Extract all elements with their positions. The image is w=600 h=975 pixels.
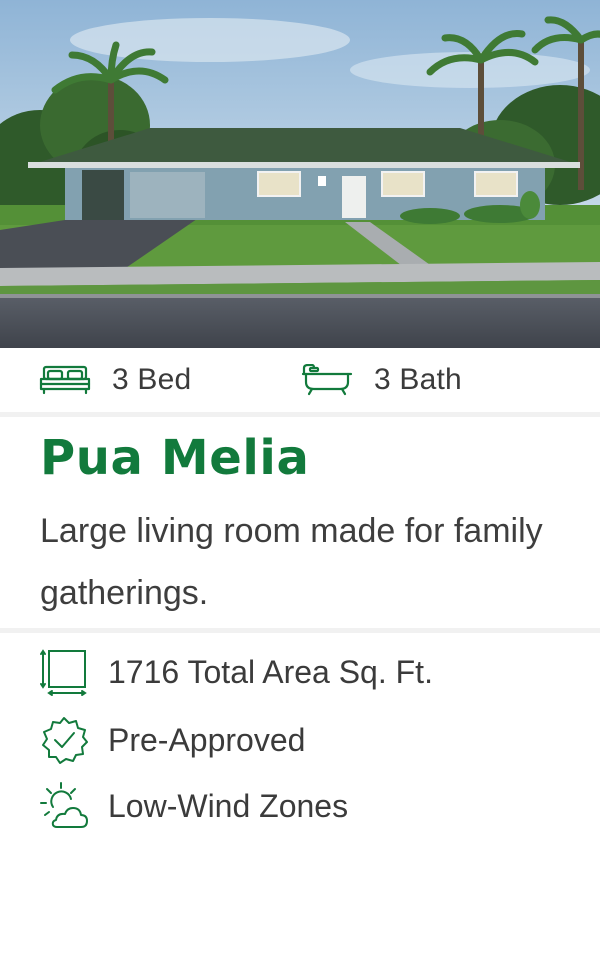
divider [0, 412, 600, 417]
divider [0, 628, 600, 633]
beds-stat: 3 Bed [38, 348, 191, 412]
feature-label: 1716 Total Area Sq. Ft. [108, 653, 433, 690]
plan-card[interactable]: 3 Bed 3 Bath Pua Melia Large living room… [0, 0, 600, 975]
house-rendering-image [0, 0, 600, 348]
baths-stat: 3 Bath [300, 348, 462, 412]
beds-label: 3 Bed [112, 363, 192, 396]
plan-title[interactable]: Pua Melia [40, 430, 309, 486]
feature-pre-approved: Pre-Approved [38, 714, 305, 766]
feature-label: Pre-Approved [108, 721, 306, 758]
feature-wind-zones: Low-Wind Zones [38, 780, 348, 832]
plan-description: Large living room made for family gather… [40, 512, 543, 612]
baths-label: 3 Bath [374, 363, 462, 396]
bed-icon [38, 364, 94, 396]
bathtub-icon [300, 364, 356, 396]
feature-label: Low-Wind Zones [108, 787, 349, 824]
badge-check-icon [38, 714, 90, 766]
floor-area-icon [38, 646, 90, 698]
sun-cloud-icon [38, 780, 90, 832]
room-stats: 3 Bed 3 Bath [0, 348, 600, 412]
feature-area: 1716 Total Area Sq. Ft. [38, 646, 433, 698]
